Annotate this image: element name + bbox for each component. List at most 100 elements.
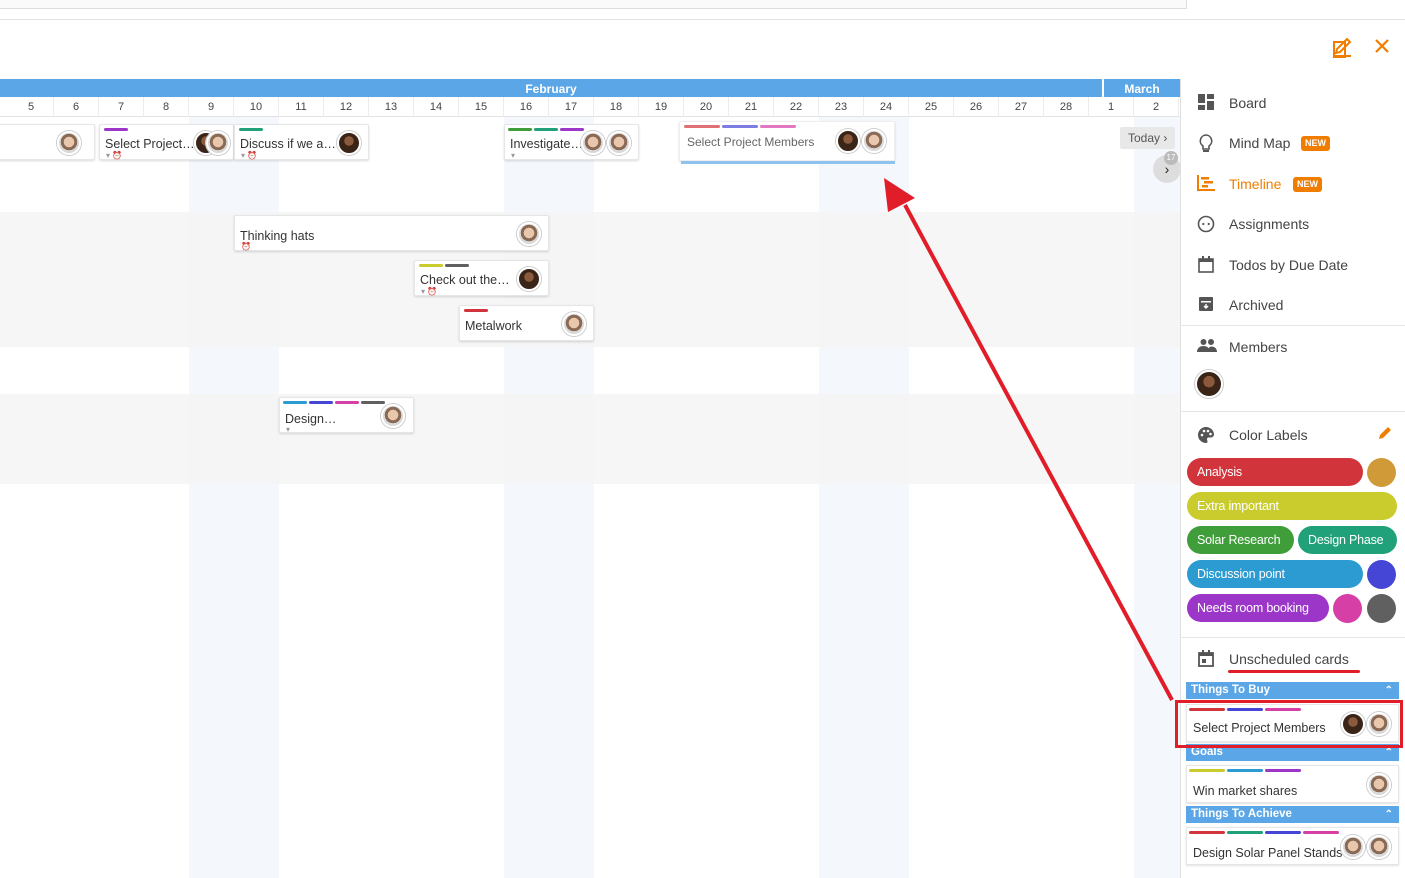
- card-title: Check out the…: [420, 273, 510, 287]
- meta-icons: ▾ ⏰: [421, 287, 438, 296]
- divider: [1181, 325, 1405, 326]
- day-cell: 2: [1134, 97, 1179, 117]
- lightbulb-icon: [1197, 134, 1215, 152]
- card-title: Win market shares: [1193, 784, 1298, 798]
- avatar: [381, 404, 405, 428]
- divider: [1181, 637, 1405, 638]
- avatar: [517, 267, 541, 291]
- card-title: Design Solar Panel Stands: [1193, 846, 1343, 860]
- label-dot[interactable]: [1367, 594, 1396, 623]
- label-dot[interactable]: [1333, 594, 1362, 623]
- label-pill-design-phase[interactable]: Design Phase: [1298, 526, 1397, 554]
- group-header[interactable]: Things To Achieve ⌃: [1186, 806, 1399, 823]
- avatar: [562, 312, 586, 336]
- day-cell: 14: [414, 97, 459, 117]
- timeline-card[interactable]: [0, 124, 95, 160]
- new-badge: NEW: [1293, 177, 1322, 192]
- timeline-card[interactable]: Thinking hats ⏰: [234, 215, 549, 251]
- avatar: [862, 129, 886, 153]
- annotation-highlight-box: [1175, 700, 1403, 748]
- label-bar: [1227, 831, 1263, 834]
- unscheduled-card[interactable]: Design Solar Panel Stands: [1186, 827, 1399, 865]
- day-cell: 18: [594, 97, 639, 117]
- sidebar-item-mind-map[interactable]: Mind Map NEW: [1181, 123, 1405, 161]
- group-header[interactable]: Things To Buy ⌃: [1186, 682, 1399, 699]
- label-bar: [1189, 831, 1225, 834]
- board-icon: [1197, 94, 1215, 112]
- label-pill-solar-research[interactable]: Solar Research: [1187, 526, 1294, 554]
- label-bar: [1303, 831, 1339, 834]
- edit-icon[interactable]: [1330, 36, 1356, 62]
- palette-icon: [1197, 426, 1215, 444]
- day-cell: 26: [954, 97, 999, 117]
- new-badge: NEW: [1301, 136, 1330, 151]
- day-cell: 12: [324, 97, 369, 117]
- avatar: [57, 131, 81, 155]
- group-name: Things To Buy: [1191, 684, 1271, 696]
- day-cell: 7: [99, 97, 144, 117]
- meta-icons: ▾: [286, 425, 291, 434]
- members-label: Members: [1229, 339, 1288, 355]
- day-cell: 17: [549, 97, 594, 117]
- top-strip: [0, 0, 1405, 20]
- label-bar: [445, 264, 469, 267]
- timeline-card[interactable]: Metalwork: [459, 305, 594, 341]
- timeline-card[interactable]: Check out the… ▾ ⏰: [414, 260, 549, 296]
- divider: [1181, 411, 1405, 412]
- label-bar: [684, 125, 720, 128]
- sidebar-item-label: Todos by Due Date: [1229, 257, 1349, 273]
- day-header-row: 5 6 7 8 9 10 11 12 13 14 15 16 17 18 19 20 21 22 23 24 25 26 2…: [0, 97, 1180, 117]
- day-cell: 13: [369, 97, 414, 117]
- label-pill-analysis[interactable]: Analysis: [1187, 458, 1363, 486]
- meta-icons: ▾: [511, 151, 516, 160]
- pencil-icon[interactable]: [1377, 425, 1395, 443]
- day-cell: 27: [999, 97, 1044, 117]
- label-pill-discussion-point[interactable]: Discussion point: [1187, 560, 1363, 588]
- timeline-card[interactable]: Select Project Members: [679, 121, 895, 164]
- sidebar-item-board[interactable]: Board: [1181, 83, 1405, 121]
- today-button[interactable]: Today ›: [1120, 127, 1176, 149]
- member-avatar[interactable]: [1195, 370, 1223, 398]
- sidebar-item-timeline[interactable]: Timeline NEW: [1181, 164, 1405, 202]
- label-bar: [309, 401, 333, 404]
- label-dot[interactable]: [1367, 560, 1396, 589]
- timeline-card[interactable]: Investigate… ▾: [504, 124, 639, 160]
- top-bar: [0, 0, 1186, 9]
- timeline-card[interactable]: Design… ▾: [279, 397, 414, 434]
- timeline-card[interactable]: Select Project… ▾ ⏰: [99, 124, 234, 160]
- day-cell: 9: [189, 97, 234, 117]
- meta-icons: ▾ ⏰: [106, 151, 123, 160]
- label-pill-needs-room-booking[interactable]: Needs room booking: [1187, 594, 1329, 622]
- avatar: [1341, 835, 1365, 859]
- label-bar: [1227, 769, 1263, 772]
- month-header: March: [1104, 79, 1180, 97]
- card-title: Discuss if we a…: [240, 137, 336, 151]
- timeline-icon: [1197, 175, 1215, 193]
- label-bar: [1265, 831, 1301, 834]
- label-bar: [560, 128, 584, 131]
- swimlane-band: [0, 394, 1180, 484]
- close-icon[interactable]: [1369, 36, 1395, 62]
- chevron-up-icon: ⌃: [1384, 685, 1393, 696]
- avatar: [1367, 835, 1391, 859]
- day-cell: 5: [9, 97, 54, 117]
- label-bar: [464, 309, 488, 312]
- label-bar: [534, 128, 558, 131]
- sidebar-item-archived[interactable]: Archived: [1181, 285, 1405, 323]
- unscheduled-title: Unscheduled cards: [1229, 651, 1349, 667]
- calendar-icon: [1197, 256, 1215, 274]
- label-bar: [722, 125, 758, 128]
- timeline-card[interactable]: Discuss if we a… ▾ ⏰: [234, 124, 369, 160]
- group-name: Things To Achieve: [1191, 808, 1292, 820]
- card-title: Investigate…: [510, 137, 582, 151]
- calendar-icon: [1197, 650, 1215, 668]
- day-cell: 15: [459, 97, 504, 117]
- unscheduled-card[interactable]: Win market shares: [1186, 765, 1399, 803]
- sidebar-item-assignments[interactable]: Assignments: [1181, 204, 1405, 242]
- day-cell: 6: [54, 97, 99, 117]
- label-bar: [361, 401, 385, 404]
- label-pill-extra-important[interactable]: Extra important: [1187, 492, 1397, 520]
- sidebar-item-todos-by-due-date[interactable]: Todos by Due Date: [1181, 245, 1405, 283]
- avatar: [836, 129, 860, 153]
- label-dot[interactable]: [1367, 458, 1396, 487]
